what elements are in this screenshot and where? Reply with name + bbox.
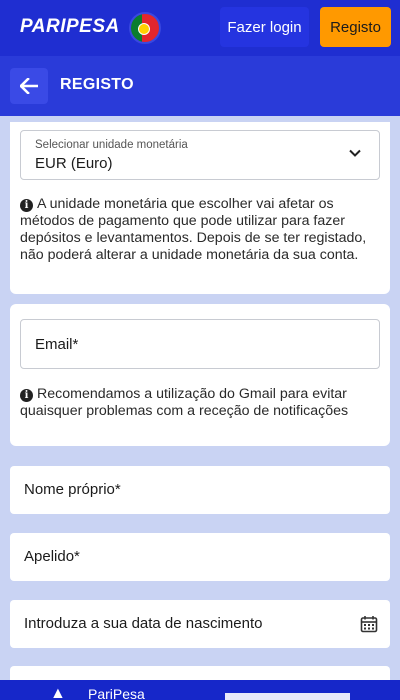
bottom-app-button[interactable]: [225, 690, 365, 700]
bottom-button-text-icon: [225, 693, 350, 700]
top-bar: PARIPESA Fazer login Registo: [0, 0, 400, 56]
info-icon: i: [20, 389, 33, 402]
first-name-field[interactable]: [10, 466, 390, 514]
email-input[interactable]: [35, 336, 355, 353]
login-button[interactable]: Fazer login: [220, 7, 309, 47]
arrow-left-icon: [20, 78, 38, 94]
title-bar: REGISTO: [0, 56, 400, 116]
currency-note-text: A unidade monetária que escolher vai afe…: [20, 196, 367, 263]
currency-select-value: EUR (Euro): [35, 155, 113, 172]
email-note-text: Recomendamos a utilização do Gmail para …: [20, 386, 349, 419]
currency-select-label: Selecionar unidade monetária: [35, 139, 188, 151]
page-title: REGISTO: [60, 76, 134, 93]
first-name-input[interactable]: [24, 481, 344, 498]
info-icon: i: [20, 199, 33, 212]
back-button[interactable]: [10, 68, 48, 104]
email-card: [10, 304, 390, 446]
chevron-down-icon: [349, 149, 361, 157]
paripesa-logo[interactable]: PARIPESA: [20, 16, 120, 38]
bottom-app-label: PariPesa: [88, 686, 145, 700]
currency-note: iA unidade monetária que escolher vai af…: [20, 196, 380, 264]
email-note: i Recomendamos a utilização do Gmail para…: [20, 386, 380, 420]
last-name-field[interactable]: [10, 533, 390, 581]
date-of-birth-input[interactable]: [24, 615, 344, 632]
date-of-birth-field[interactable]: [10, 600, 390, 648]
last-name-input[interactable]: [24, 548, 344, 565]
calendar-icon[interactable]: [360, 615, 378, 633]
app-logo-icon: ▲: [50, 685, 66, 700]
portugal-flag-icon[interactable]: [129, 12, 161, 44]
email-field[interactable]: [20, 319, 380, 369]
register-button[interactable]: Registo: [320, 7, 391, 47]
bottom-app-bar[interactable]: ▲ PariPesa: [0, 680, 400, 700]
currency-select[interactable]: Selecionar unidade monetária EUR (Euro): [20, 130, 380, 180]
